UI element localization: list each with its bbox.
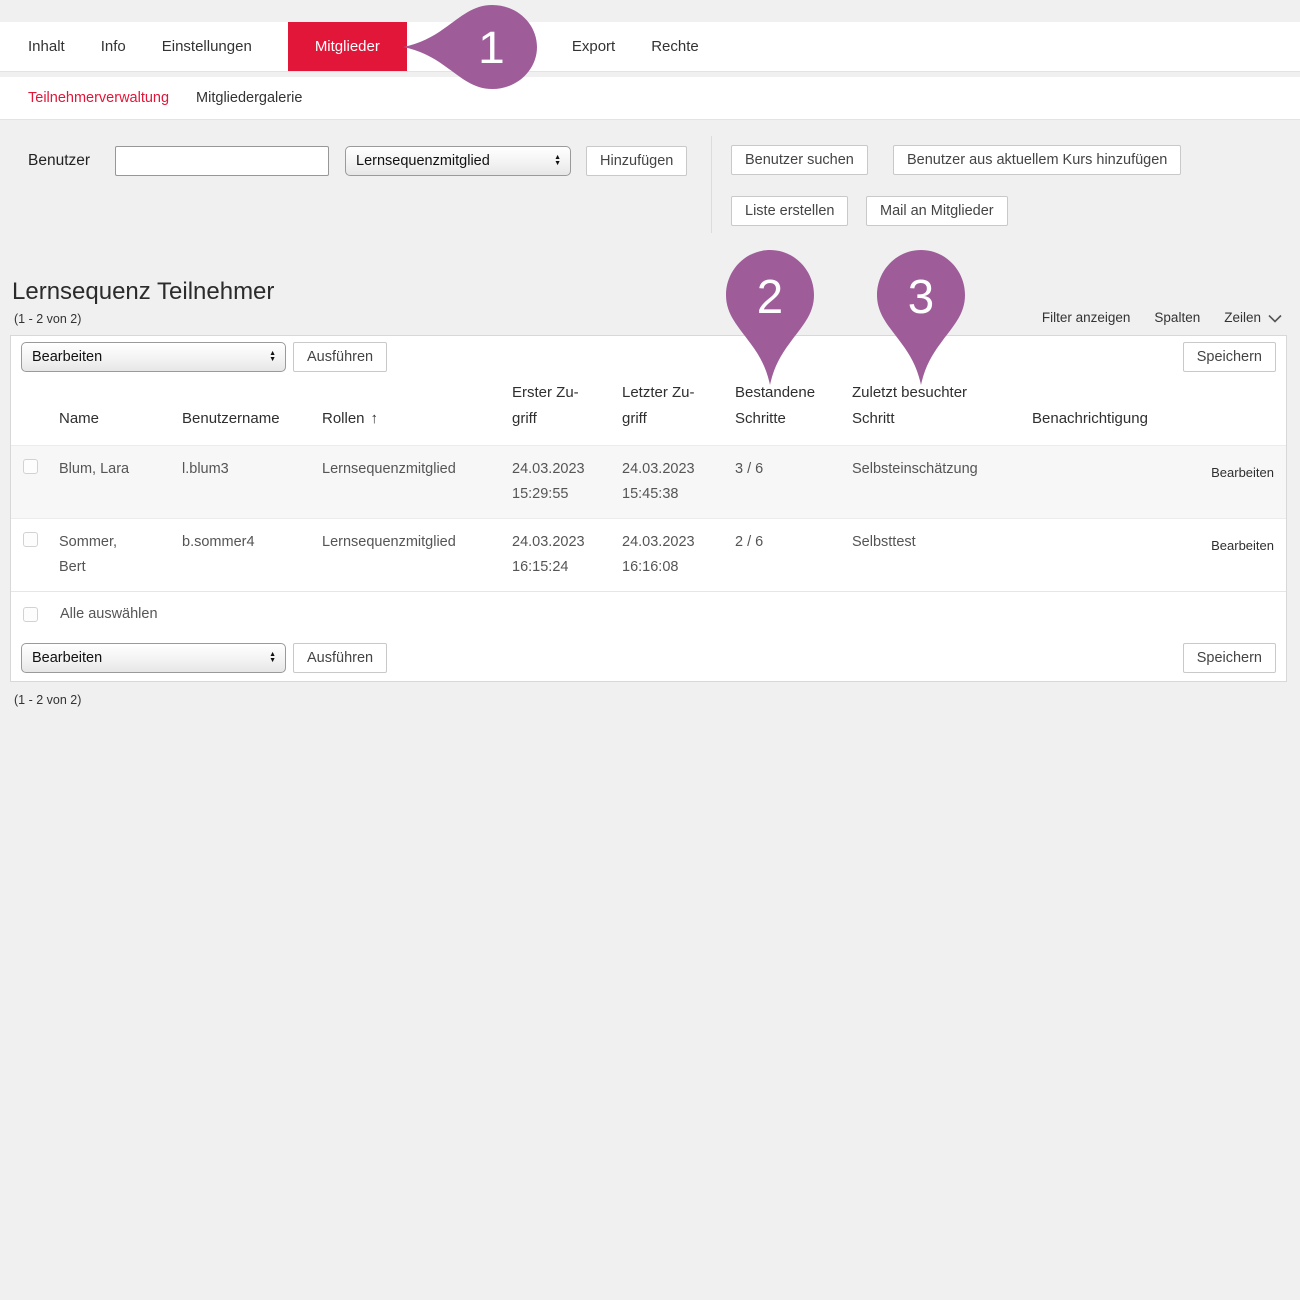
bulk-action-select-bottom[interactable]: Bearbeiten ▲▼ bbox=[21, 643, 286, 673]
ausfuehren-button[interactable]: Ausführen bbox=[293, 342, 387, 372]
cell-last-visited-step: Selbsteinschätzung bbox=[852, 446, 1032, 518]
header-checkbox-spacer bbox=[21, 432, 59, 445]
cell-role: Lernsequenzmitglied bbox=[322, 519, 512, 591]
ausfuehren-button-bottom[interactable]: Ausführen bbox=[293, 643, 387, 673]
cell-username: b.sommer4 bbox=[182, 519, 322, 591]
filter-anzeigen-link[interactable]: Filter anzeigen bbox=[1042, 310, 1131, 325]
zeilen-link[interactable]: Zeilen bbox=[1224, 310, 1282, 325]
cell-first-access: 24.03.2023 16:15:24 bbox=[512, 519, 622, 591]
role-select-value: Lernsequenzmitglied bbox=[356, 153, 490, 169]
table-row: Blum, Lara l.blum3 Lernsequenzmitglied 2… bbox=[11, 445, 1286, 518]
bulk-action-select-value: Bearbeiten bbox=[32, 650, 102, 666]
table-toolbar-top: Bearbeiten ▲▼ Ausführen Speichern bbox=[11, 336, 1286, 378]
cell-passed-steps: 2 / 6 bbox=[735, 519, 852, 591]
select-arrows-icon: ▲▼ bbox=[269, 351, 276, 363]
result-count-bottom: (1 - 2 von 2) bbox=[14, 693, 81, 707]
header-erster-zugriff[interactable]: Erster Zu- griff bbox=[512, 380, 622, 445]
tab-einstellungen[interactable]: Einstellungen bbox=[162, 22, 252, 71]
main-tab-bar: Inhalt Info Einstellungen Mitglieder Exp… bbox=[0, 22, 1300, 72]
liste-erstellen-button[interactable]: Liste erstellen bbox=[731, 196, 848, 226]
cell-last-access: 24.03.2023 16:16:08 bbox=[622, 519, 735, 591]
role-select[interactable]: Lernsequenzmitglied ▲▼ bbox=[345, 146, 571, 176]
row-checkbox-cell bbox=[21, 519, 59, 591]
sub-tab-bar: Teilnehmerverwaltung Mitgliedergalerie bbox=[0, 77, 1300, 120]
table-header-row: Name Benutzername Rollen↑ Erster Zu- gri… bbox=[11, 378, 1286, 445]
header-benutzername[interactable]: Benutzername bbox=[182, 406, 322, 445]
tab-mitglieder[interactable]: Mitglieder bbox=[288, 22, 407, 71]
tab-info[interactable]: Info bbox=[101, 22, 126, 71]
select-arrows-icon: ▲▼ bbox=[269, 652, 276, 664]
cell-first-access: 24.03.2023 15:29:55 bbox=[512, 446, 622, 518]
tab-inhalt[interactable]: Inhalt bbox=[28, 22, 65, 71]
table-toolbar-bottom: Bearbeiten ▲▼ Ausführen Speichern bbox=[11, 636, 1286, 681]
mail-an-mitglieder-button[interactable]: Mail an Mitglieder bbox=[866, 196, 1008, 226]
annotation-pin-3-number: 3 bbox=[908, 270, 934, 325]
table-row: Sommer, Bert b.sommer4 Lernsequenzmitgli… bbox=[11, 518, 1286, 591]
benutzer-suchen-button[interactable]: Benutzer suchen bbox=[731, 145, 868, 175]
select-all-row: Alle auswählen bbox=[11, 591, 1286, 636]
tab-rechte[interactable]: Rechte bbox=[651, 22, 699, 71]
annotation-pin-1: 1 bbox=[403, 5, 537, 89]
row-bearbeiten-link[interactable]: Bearbeiten bbox=[1182, 519, 1276, 591]
cell-name: Sommer, Bert bbox=[59, 519, 182, 591]
result-count-top: (1 - 2 von 2) bbox=[14, 312, 81, 326]
header-bestandene-schritte[interactable]: Bestandene Schritte bbox=[735, 380, 852, 445]
header-benachrichtigung[interactable]: Benachrichtigung bbox=[1032, 406, 1182, 445]
tab-export[interactable]: Export bbox=[572, 22, 615, 71]
cell-notification bbox=[1032, 446, 1182, 518]
page-title: Lernsequenz Teilnehmer bbox=[12, 278, 274, 306]
subtab-mitgliedergalerie[interactable]: Mitgliedergalerie bbox=[196, 90, 302, 106]
select-all-label: Alle auswählen bbox=[60, 606, 158, 622]
bulk-action-select-value: Bearbeiten bbox=[32, 349, 102, 365]
annotation-pin-2-number: 2 bbox=[757, 270, 783, 325]
speichern-button-bottom[interactable]: Speichern bbox=[1183, 643, 1276, 673]
spalten-link[interactable]: Spalten bbox=[1154, 310, 1200, 325]
cell-notification bbox=[1032, 519, 1182, 591]
subtab-teilnehmerverwaltung[interactable]: Teilnehmerverwaltung bbox=[28, 90, 169, 106]
bulk-action-select[interactable]: Bearbeiten ▲▼ bbox=[21, 342, 286, 372]
benutzer-aus-kurs-button[interactable]: Benutzer aus aktuellem Kurs hinzufügen bbox=[893, 145, 1181, 175]
zeilen-link-label: Zeilen bbox=[1224, 310, 1261, 325]
speichern-button-top[interactable]: Speichern bbox=[1183, 342, 1276, 372]
header-letzter-zugriff[interactable]: Letzter Zu- griff bbox=[622, 380, 735, 445]
cell-username: l.blum3 bbox=[182, 446, 322, 518]
cell-passed-steps: 3 / 6 bbox=[735, 446, 852, 518]
annotation-pin-2: 2 bbox=[726, 250, 814, 385]
row-checkbox[interactable] bbox=[23, 459, 38, 474]
select-all-checkbox[interactable] bbox=[23, 607, 38, 622]
cell-last-visited-step: Selbsttest bbox=[852, 519, 1032, 591]
header-zuletzt-besuchter-schritt[interactable]: Zuletzt besuchter Schritt bbox=[852, 380, 1032, 445]
benutzer-label: Benutzer bbox=[28, 146, 90, 176]
cell-role: Lernsequenzmitglied bbox=[322, 446, 512, 518]
select-arrows-icon: ▲▼ bbox=[554, 155, 561, 167]
chevron-down-icon bbox=[1268, 314, 1282, 323]
row-bearbeiten-link[interactable]: Bearbeiten bbox=[1182, 446, 1276, 518]
benutzer-input[interactable] bbox=[115, 146, 329, 176]
header-name[interactable]: Name bbox=[59, 406, 182, 445]
row-checkbox[interactable] bbox=[23, 532, 38, 547]
member-table-panel: Bearbeiten ▲▼ Ausführen Speichern Name B… bbox=[10, 335, 1287, 682]
annotation-pin-1-number: 1 bbox=[478, 22, 505, 72]
table-meta-links: Filter anzeigen Spalten Zeilen bbox=[1042, 310, 1282, 325]
annotation-pin-3: 3 bbox=[877, 250, 965, 385]
cell-name: Blum, Lara bbox=[59, 446, 182, 518]
hinzufuegen-button[interactable]: Hinzufügen bbox=[586, 146, 687, 176]
form-divider bbox=[711, 136, 712, 233]
row-checkbox-cell bbox=[21, 446, 59, 518]
sort-asc-icon: ↑ bbox=[371, 410, 379, 427]
header-action-spacer bbox=[1182, 432, 1276, 445]
header-rollen[interactable]: Rollen↑ bbox=[322, 406, 512, 445]
cell-last-access: 24.03.2023 15:45:38 bbox=[622, 446, 735, 518]
